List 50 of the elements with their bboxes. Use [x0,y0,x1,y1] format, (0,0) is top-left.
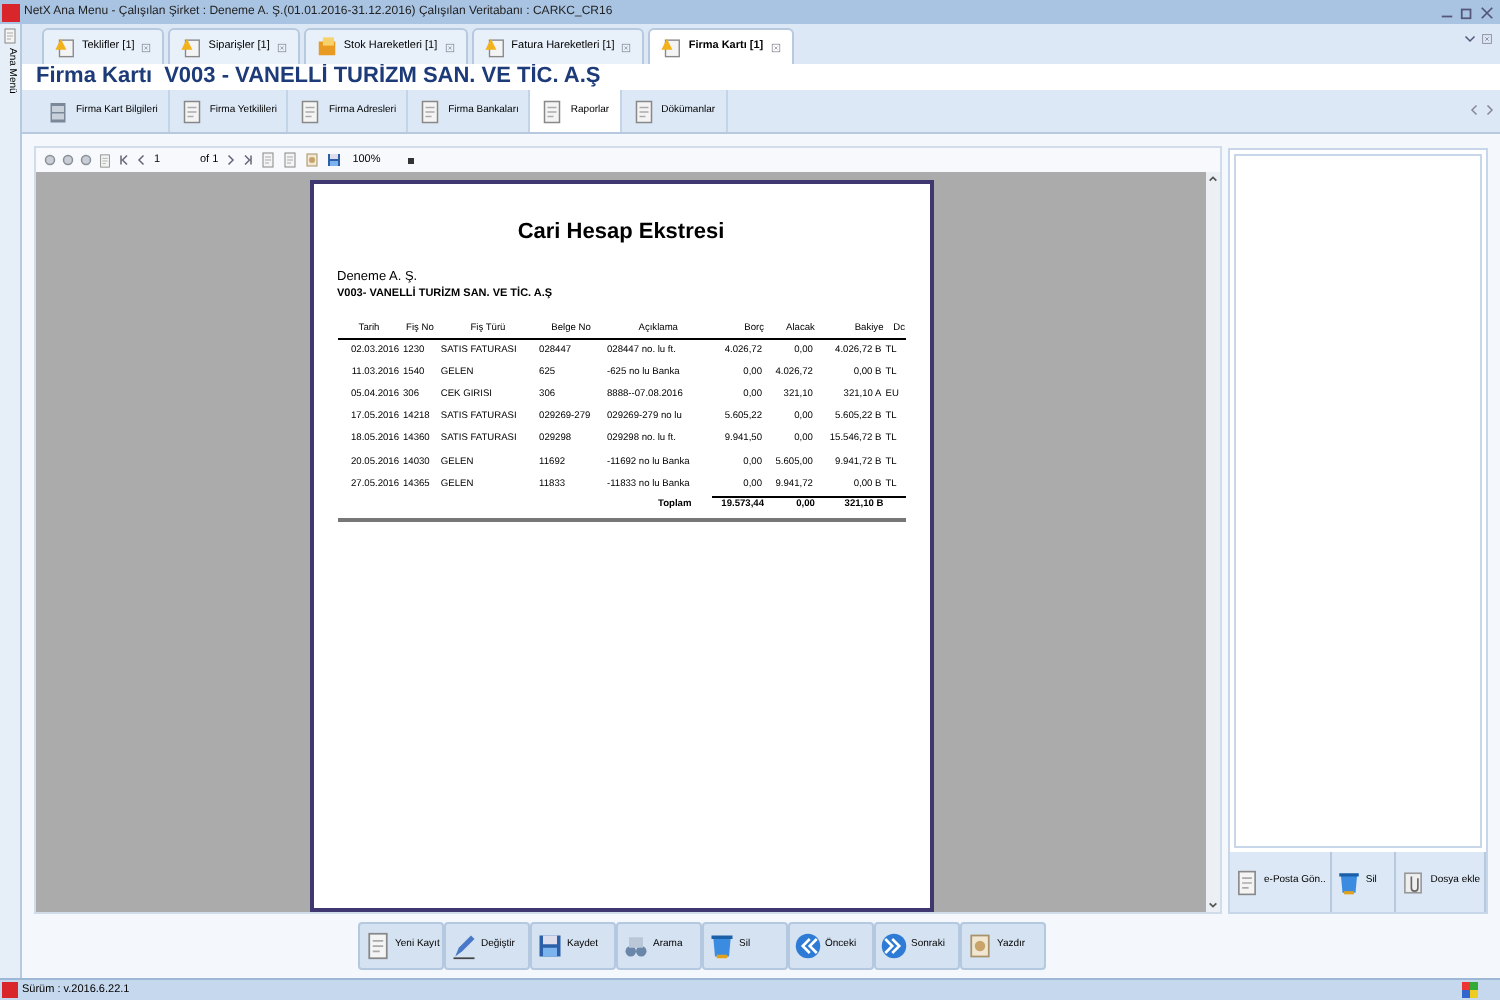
scroll-down-icon[interactable] [1208,900,1218,910]
restore-icon[interactable] [1460,5,1474,19]
next-page-icon[interactable] [224,154,237,166]
back-arrow-icon [793,932,821,960]
cabinet-icon [46,99,70,123]
close-icon [1480,32,1494,46]
document-warning-icon [660,36,683,58]
document-icon [2,28,18,44]
scroll-up-icon[interactable] [1208,174,1218,184]
document-warning-icon [54,36,76,58]
close-tab-icon [769,41,782,53]
box-icon [315,36,338,58]
document-icon [631,99,656,123]
floppy-icon [535,932,563,960]
last-page-icon[interactable] [242,154,255,166]
pencil-icon [449,932,477,960]
close-tab-icon [140,41,153,53]
scroll-left-icon[interactable] [1470,104,1480,116]
account-title: V003 - VANELLİ TURİZM SAN. VE TİC. A.Ş [164,62,601,93]
first-page-icon[interactable] [118,154,130,166]
dropdown-icon[interactable] [1464,32,1476,44]
document-icon [298,99,323,123]
form-title: Firma Kartı [36,62,153,93]
close-tab-icon [620,41,633,53]
floppy-icon [326,152,343,168]
app-logo-icon [2,3,20,21]
printer-icon [304,152,321,168]
document-icon [179,99,204,123]
report-title: Cari Hesap Ekstresi [517,218,725,248]
document-warning-icon [180,36,203,58]
app-logo-icon [2,982,18,998]
previous-page-icon[interactable] [136,154,148,166]
trash-icon [1335,869,1362,895]
binoculars-icon [621,932,649,960]
scroll-right-icon[interactable] [1484,104,1494,116]
paperclip-icon [1400,869,1427,895]
document-warning-icon [483,36,506,58]
windows-flag-icon [1462,982,1478,998]
vertical-scrollbar[interactable] [1206,172,1220,912]
document-icon [540,99,565,123]
document-icon [363,932,391,960]
trash-icon [707,932,735,960]
document-icon [1234,869,1260,895]
document-icon [98,153,112,167]
close-icon[interactable] [1480,5,1494,19]
close-tab-icon [275,41,288,53]
document-icon [418,99,443,123]
close-tab-icon [443,41,456,53]
forward-arrow-icon [879,932,907,960]
printer-icon [965,932,993,960]
